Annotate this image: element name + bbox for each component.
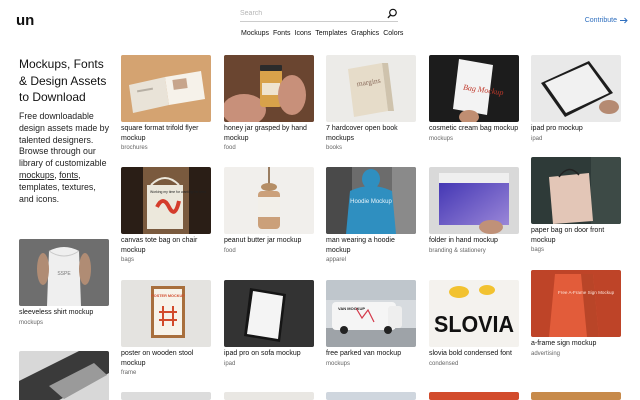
description-text: Free downloadable design assets made by … [19, 111, 109, 169]
asset-title[interactable]: slovia bold condensed font [429, 349, 519, 359]
aframe-print-text: Free A-Frame Sign Mockup [558, 290, 615, 295]
asset-thumbnail[interactable]: Free A-Frame Sign Mockup [531, 270, 621, 337]
asset-thumbnail-partial[interactable] [224, 392, 314, 400]
asset-card-trifold-flyer[interactable]: square format trifold flyer mockup broch… [121, 55, 211, 151]
logo[interactable]: un [16, 12, 34, 29]
contribute-label: Contribute [584, 17, 617, 24]
asset-thumbnail[interactable] [531, 55, 621, 122]
asset-title[interactable]: free parked van mockup [326, 349, 416, 359]
asset-card-peanut-butter[interactable]: peanut butter jar mockup food [224, 167, 314, 254]
asset-category[interactable]: books [326, 145, 416, 151]
asset-category[interactable]: branding & stationery [429, 248, 519, 254]
asset-thumbnail[interactable]: VAN MOCKUP [326, 280, 416, 347]
asset-title[interactable]: canvas tote bag on chair mockup [121, 236, 211, 255]
asset-thumbnail[interactable] [224, 280, 314, 347]
asset-title[interactable]: honey jar grasped by hand mockup [224, 124, 314, 143]
van-print-text: VAN MOCKUP [338, 306, 365, 311]
nav-item-fonts[interactable]: Fonts [273, 30, 291, 37]
asset-title[interactable]: folder in hand mockup [429, 236, 519, 246]
asset-thumbnail[interactable]: POSTER MOCKUP [121, 280, 211, 347]
category-nav: Mockups Fonts Icons Templates Graphics C… [241, 30, 403, 37]
asset-thumbnail-partial[interactable] [121, 392, 211, 400]
nav-item-colors[interactable]: Colors [383, 30, 403, 37]
asset-category[interactable]: bags [531, 247, 621, 253]
asset-category[interactable]: food [224, 145, 314, 151]
asset-card-van[interactable]: VAN MOCKUP free parked van mockup mockup… [326, 280, 416, 367]
asset-card-hoodie[interactable]: Hoodie Mockup man wearing a hoodie mocku… [326, 167, 416, 263]
asset-card-hardcover-book[interactable]: margins 7 hardcover open book mockups bo… [326, 55, 416, 151]
asset-card-slovia-font[interactable]: SLOVIA slovia bold condensed font conden… [429, 280, 519, 367]
search-bar [240, 6, 398, 22]
asset-card-ipad-pro[interactable]: ipad pro mockup ipad [531, 55, 621, 142]
asset-title[interactable]: paper bag on door front mockup [531, 226, 621, 245]
tote-print-text: Working my time for wanting the best. [150, 190, 207, 194]
asset-card-tote-bag[interactable]: Working my time for wanting the best. ca… [121, 167, 211, 263]
search-input[interactable] [240, 6, 380, 21]
asset-thumbnail[interactable]: Hoodie Mockup [326, 167, 416, 234]
slovia-print-text: SLOVIA [434, 311, 514, 337]
asset-category[interactable]: ipad [531, 136, 621, 142]
asset-card-ipad-sofa[interactable]: ipad pro on sofa mockup ipad [224, 280, 314, 367]
asset-category[interactable]: mockups [429, 136, 519, 142]
asset-thumbnail[interactable] [429, 167, 519, 234]
asset-category[interactable]: condensed [429, 361, 519, 367]
asset-card-honey-jar[interactable]: honey jar grasped by hand mockup food [224, 55, 314, 151]
asset-thumbnail-partial[interactable] [326, 392, 416, 400]
asset-category[interactable]: advertising [531, 351, 621, 357]
mockups-link[interactable]: mockups [19, 170, 54, 180]
nav-item-mockups[interactable]: Mockups [241, 30, 269, 37]
asset-title[interactable]: poster on wooden stool mockup [121, 349, 211, 368]
asset-thumbnail[interactable] [224, 55, 314, 122]
asset-card-cosmetic-bag[interactable]: Bag Mockup cosmetic cream bag mockup moc… [429, 55, 519, 142]
asset-thumbnail-partial[interactable] [531, 392, 621, 400]
asset-card-sleeveless-shirt[interactable]: SSPE sleeveless shirt mockup mockups [19, 239, 109, 326]
asset-card-aframe-sign[interactable]: Free A-Frame Sign Mockup a-frame sign mo… [531, 270, 621, 357]
logo-text: un [16, 12, 34, 28]
asset-thumbnail[interactable]: SSPE [19, 239, 109, 306]
asset-category[interactable]: mockups [19, 320, 109, 326]
asset-category[interactable]: apparel [326, 257, 416, 263]
asset-category[interactable]: mockups [326, 361, 416, 367]
asset-title[interactable]: cosmetic cream bag mockup [429, 124, 519, 134]
asset-title[interactable]: man wearing a hoodie mockup [326, 236, 416, 255]
asset-category[interactable]: bags [121, 257, 211, 263]
asset-title[interactable]: sleeveless shirt mockup [19, 308, 109, 318]
asset-card-poster-stool[interactable]: POSTER MOCKUP poster on wooden stool moc… [121, 280, 211, 376]
asset-card-laptop[interactable] [19, 351, 109, 400]
shirt-print-text: SSPE [57, 271, 71, 277]
hoodie-print-text: Hoodie Mockup [350, 199, 392, 205]
asset-title[interactable]: a-frame sign mockup [531, 339, 621, 349]
asset-title[interactable]: square format trifold flyer mockup [121, 124, 211, 143]
asset-thumbnail-partial[interactable] [429, 392, 519, 400]
asset-title[interactable]: peanut butter jar mockup [224, 236, 314, 246]
arrow-right-icon [620, 17, 628, 24]
asset-thumbnail[interactable]: Working my time for wanting the best. [121, 167, 211, 234]
asset-card-folder[interactable]: folder in hand mockup branding & station… [429, 167, 519, 254]
asset-category[interactable]: ipad [224, 361, 314, 367]
asset-title[interactable]: ipad pro on sofa mockup [224, 349, 314, 359]
nav-item-graphics[interactable]: Graphics [351, 30, 379, 37]
asset-thumbnail[interactable]: SLOVIA [429, 280, 519, 347]
search-icon[interactable] [387, 8, 398, 19]
contribute-link[interactable]: Contribute [585, 17, 628, 24]
asset-thumbnail[interactable] [121, 55, 211, 122]
asset-card-paper-bag[interactable]: paper bag on door front mockup bags [531, 157, 621, 253]
asset-thumbnail[interactable] [19, 351, 109, 400]
nav-item-icons[interactable]: Icons [295, 30, 312, 37]
asset-category[interactable]: food [224, 248, 314, 254]
page-description: Free downloadable design assets made by … [19, 111, 111, 205]
fonts-link[interactable]: fonts [59, 170, 78, 180]
poster-print-text: POSTER MOCKUP [151, 294, 185, 298]
page-title: Mockups, Fonts & Design Assets to Downlo… [19, 57, 107, 104]
asset-category[interactable]: brochures [121, 145, 211, 151]
asset-thumbnail[interactable] [531, 157, 621, 224]
asset-title[interactable]: ipad pro mockup [531, 124, 621, 134]
asset-thumbnail[interactable]: margins [326, 55, 416, 122]
asset-thumbnail[interactable] [224, 167, 314, 234]
nav-item-templates[interactable]: Templates [315, 30, 347, 37]
asset-thumbnail[interactable]: Bag Mockup [429, 55, 519, 122]
asset-title[interactable]: 7 hardcover open book mockups [326, 124, 416, 143]
asset-category[interactable]: frame [121, 370, 211, 376]
